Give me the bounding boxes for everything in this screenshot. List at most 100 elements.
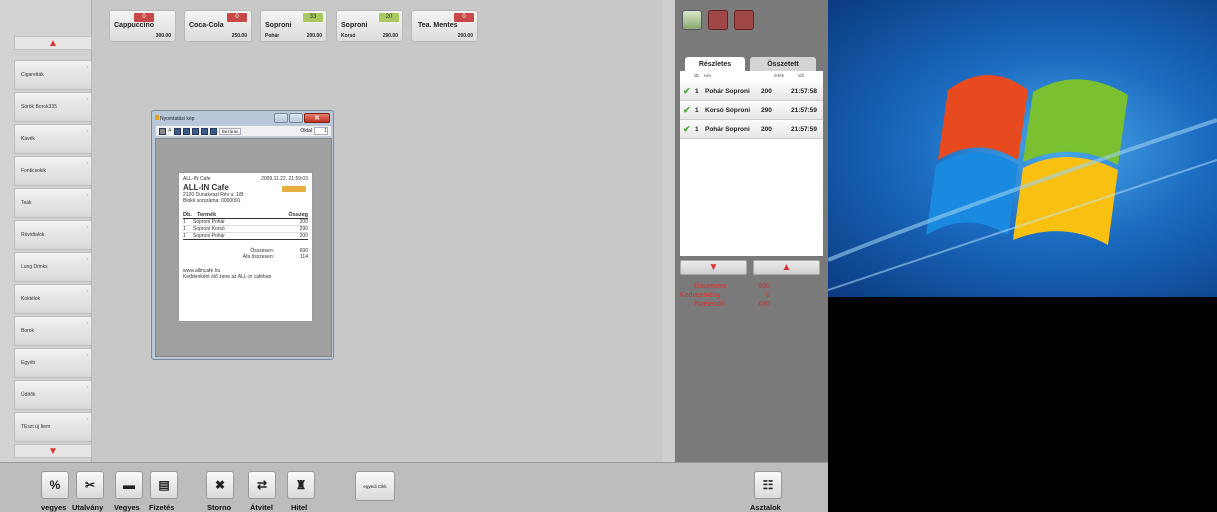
col-header-nev: név	[704, 73, 712, 78]
line-qty: 1	[183, 226, 186, 232]
payable-value: 690	[758, 301, 770, 308]
page-layout-5-icon[interactable]	[209, 127, 217, 135]
fizetes-label: Fizetés	[149, 503, 175, 512]
zoom-icon[interactable]: ⌕	[168, 127, 172, 135]
sidebar-item-sorok-borok[interactable]: Sörök Borok335	[14, 92, 92, 122]
calculator-icon[interactable]	[682, 10, 702, 30]
receipt-page: ALL-IN Cafe 2009.11.22. 21:59:03 ALL-IN …	[178, 172, 313, 322]
receipt-shop-name: ALL-IN Cafe	[183, 176, 211, 182]
sidebar-scroll-down-button[interactable]: ▼	[14, 444, 92, 458]
tables-button[interactable]: ☷	[754, 471, 782, 499]
order-row[interactable]: ✔ 1 Korsó Soproni 290 21:57:59	[680, 102, 823, 120]
order-scroll-down-button[interactable]: ▼	[680, 260, 747, 275]
line-name: Soproni Korsó	[193, 226, 225, 232]
card-icon: ▬	[123, 478, 135, 492]
tab-osszetett[interactable]: Összetett	[750, 57, 816, 71]
order-list: db név érték idő ✔ 1 Pohár Soproni 200 2…	[680, 71, 823, 256]
product-count-badge: 20	[379, 13, 399, 22]
product-count-badge: 0	[454, 13, 474, 22]
print-icon[interactable]	[159, 127, 166, 135]
payment-button[interactable]: ▤	[150, 471, 178, 499]
sidebar-item-cigarettak[interactable]: Cigaretták	[14, 60, 92, 90]
storno-button[interactable]: ✖	[206, 471, 234, 499]
bottom-toolbar: % vegyes ✂ Utalvány ▬ Vegyes ▤ Fizetés ✖…	[0, 462, 828, 512]
discount-value: 0	[766, 292, 770, 299]
order-row[interactable]: ✔ 1 Pohár Soproni 200 21:57:58	[680, 83, 823, 101]
sidebar-item-lung-drinks[interactable]: Lung Drinks	[14, 252, 92, 282]
percent-button[interactable]: %	[41, 471, 69, 499]
mixed-payment-button[interactable]: ▬	[115, 471, 143, 499]
page-layout-2-icon[interactable]	[182, 127, 190, 135]
sidebar-item-koktelok[interactable]: Koktélok	[14, 284, 92, 314]
transfer-icon: ⇄	[256, 478, 268, 492]
credit-icon: ♜	[295, 478, 307, 492]
vegyes-label: vegyes	[41, 503, 67, 512]
tab-reszletes[interactable]: Részletes	[685, 57, 745, 71]
minimize-button[interactable]	[274, 113, 288, 123]
category-sidebar: ▲ Cigaretták Sörök Borok335 Kávék Fontic…	[0, 0, 92, 462]
credit-button[interactable]: ♜	[287, 471, 315, 499]
close-button[interactable]: ✕	[304, 113, 330, 123]
product-price: 300.00	[155, 33, 171, 39]
sidebar-item-uditok[interactable]: Üdítők	[14, 380, 92, 410]
order-qty: 1	[695, 107, 699, 114]
order-name: Pohár Soproni	[705, 126, 750, 133]
hitel-label: Hitel	[291, 503, 308, 512]
product-price: 250.00	[231, 33, 247, 39]
main-area-scrollbar[interactable]	[662, 0, 674, 462]
order-scroll-up-button[interactable]: ▲	[753, 260, 820, 275]
sidebar-item-kavek[interactable]: Kávék	[14, 124, 92, 154]
sidebar-item-fonticsokik[interactable]: Fonticsokik	[14, 156, 92, 186]
order-panel: Részletes Összetett db név érték idő ✔ 1…	[675, 0, 828, 462]
order-time: 21:57:58	[790, 88, 817, 95]
desktop-black-area	[828, 297, 1217, 512]
product-price: 200.00	[306, 33, 322, 39]
product-button-cappuccino[interactable]: 0 Cappuccino 300.00	[109, 10, 176, 42]
sidebar-item-teak[interactable]: Teák	[14, 188, 92, 218]
sidebar-item-rovidtalok[interactable]: Rövidtalok	[14, 220, 92, 250]
product-name: Soproni	[341, 22, 368, 29]
transfer-button[interactable]: ⇄	[248, 471, 276, 499]
product-button-soproni-pohar[interactable]: 33 Soproni Pohár 200.00	[260, 10, 327, 42]
product-count-badge: 0	[134, 13, 154, 22]
maximize-button[interactable]	[289, 113, 303, 123]
checkmark-icon: ✔	[683, 105, 691, 115]
arrow-icon[interactable]	[734, 10, 754, 30]
vegyes-payment-label: Vegyes	[114, 503, 140, 512]
page-number-input[interactable]: 1	[314, 127, 328, 135]
product-button-coca-cola[interactable]: 0 Coca-Cola 250.00	[184, 10, 252, 42]
product-button-soproni-korso[interactable]: 20 Soproni Korsó 290.00	[336, 10, 403, 42]
line-value: 290	[299, 226, 308, 232]
order-value: 200	[761, 126, 772, 133]
order-value: 290	[761, 107, 772, 114]
order-qty: 1	[695, 88, 699, 95]
voucher-button[interactable]: ✂	[76, 471, 104, 499]
product-variant: Pohár	[265, 33, 280, 39]
line-value: 200	[299, 219, 308, 225]
product-button-tea-mentes[interactable]: 0 Tea. Mentes 200.00	[411, 10, 478, 42]
total-label: Összesen:	[694, 283, 728, 290]
sidebar-item-borok[interactable]: Borok	[14, 316, 92, 346]
sidebar-scroll-up-button[interactable]: ▲	[14, 36, 92, 50]
utalvany-label: Utalvány	[72, 503, 104, 512]
sidebar-item-egyeb[interactable]: Egyéb	[14, 348, 92, 378]
shop-logo	[282, 186, 306, 192]
payable-label: Fizetendő	[694, 301, 725, 308]
col-header-ido: idő	[798, 73, 805, 78]
line-name: Soproni Pohár	[193, 233, 225, 239]
close-preview-button[interactable]: Bezárás	[218, 127, 242, 135]
product-name: Cappuccino	[114, 22, 155, 29]
star-icon[interactable]	[708, 10, 728, 30]
page-layout-3-icon[interactable]	[191, 127, 199, 135]
order-row[interactable]: ✔ 1 Pohár Soproni 200 21:57:59	[680, 121, 823, 139]
line-name: Soproni Pohár	[193, 219, 225, 225]
custom-item-button[interactable]: egyedi Cikk	[355, 471, 395, 501]
asztalok-label: Asztalok	[750, 503, 781, 512]
receipt-icon: ▤	[158, 478, 170, 492]
col-header-db: Db.	[183, 212, 192, 218]
page-layout-1-icon[interactable]	[173, 127, 181, 135]
sidebar-item-teszt[interactable]: TEszt új Item	[14, 412, 92, 442]
order-value: 200	[761, 88, 772, 95]
page-layout-4-icon[interactable]	[200, 127, 208, 135]
line-value: 200	[299, 233, 308, 239]
